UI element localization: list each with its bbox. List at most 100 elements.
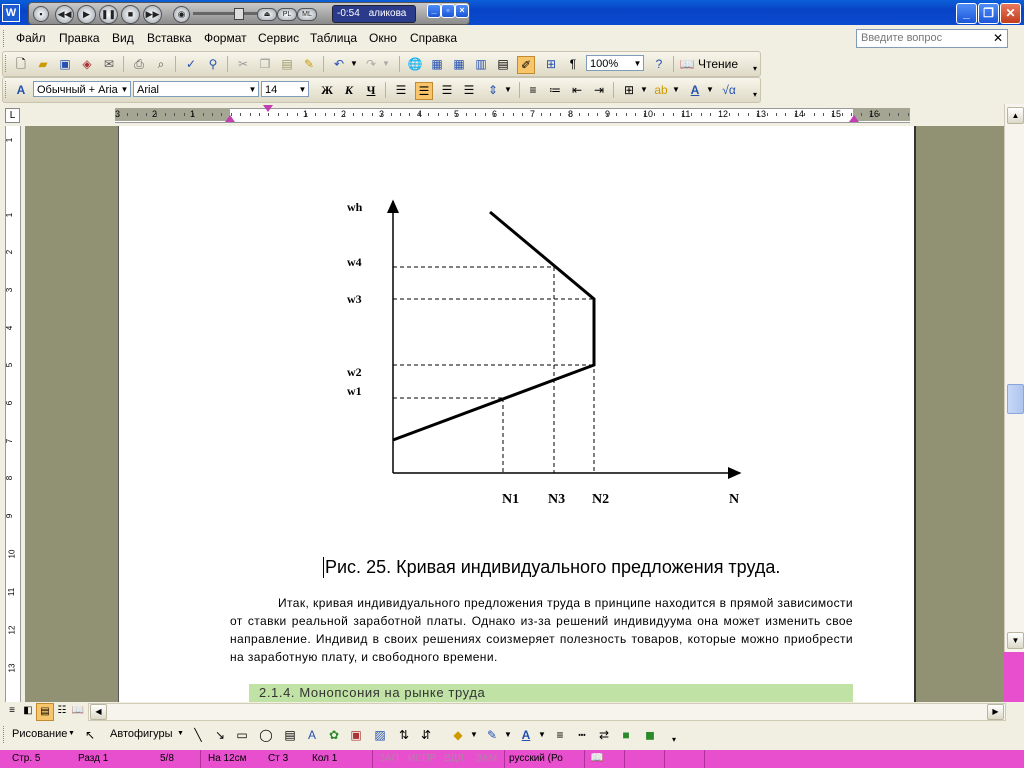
drawing-toolbar-options-icon[interactable]: ▾ <box>666 732 682 748</box>
oval-icon[interactable]: ◯ <box>258 727 274 743</box>
undo-icon[interactable]: ↶ <box>331 56 347 72</box>
menu-help[interactable]: Справка <box>410 31 457 45</box>
justify-icon[interactable]: ☰ <box>461 82 477 98</box>
horizontal-scrollbar[interactable]: ◀ ▶ <box>88 703 1006 721</box>
toolbar-options-icon[interactable]: ▾ <box>747 61 763 77</box>
save-icon[interactable]: ▣ <box>57 56 73 72</box>
style-combo[interactable]: Обычный + Aria ▼ <box>33 81 131 97</box>
zoom-dropdown-icon[interactable]: ▼ <box>632 56 643 70</box>
autoshapes-dropdown-icon[interactable]: ▼ <box>177 730 184 737</box>
font-size-combo[interactable]: 14 ▼ <box>261 81 309 97</box>
play-icon[interactable]: ▶ <box>77 5 96 24</box>
minimize-button[interactable]: _ <box>956 3 977 24</box>
print-preview-icon[interactable]: ⌕ <box>153 56 169 72</box>
playlist-button[interactable]: PL <box>277 8 297 21</box>
read-mode-label[interactable]: Чтение <box>698 57 738 71</box>
borders-dropdown-icon[interactable]: ▼ <box>636 82 652 98</box>
align-right-icon[interactable]: ☰ <box>439 82 455 98</box>
align-left-icon[interactable]: ☰ <box>393 82 409 98</box>
3d-style-icon[interactable]: ◼ <box>642 727 658 743</box>
highlight-dropdown-icon[interactable]: ▼ <box>668 82 684 98</box>
menu-window[interactable]: Окно <box>369 31 397 45</box>
menu-edit[interactable]: Правка <box>59 31 100 45</box>
tables-borders-icon[interactable]: ▦ <box>429 56 445 72</box>
open-icon[interactable]: ▰ <box>35 56 51 72</box>
diagram-icon[interactable]: ✿ <box>326 727 342 743</box>
pause-icon[interactable]: ❚❚ <box>99 5 118 24</box>
stop-icon[interactable]: ■ <box>121 5 140 24</box>
formatting-toolbar-options-icon[interactable]: ▾ <box>747 87 763 103</box>
right-indent-marker[interactable] <box>849 115 859 122</box>
arrow-icon[interactable]: ↘ <box>212 727 228 743</box>
menu-table[interactable]: Таблица <box>310 31 357 45</box>
draw-font-color-icon[interactable]: A <box>518 727 534 743</box>
copy-icon[interactable]: ❐ <box>257 56 273 72</box>
shadow-style-icon[interactable]: ■ <box>618 727 634 743</box>
drawing-menu-dropdown-icon[interactable]: ▼ <box>68 730 75 737</box>
close-help-icon[interactable]: ✕ <box>993 31 1003 45</box>
font-combo[interactable]: Arial ▼ <box>133 81 259 97</box>
decrease-indent-icon[interactable]: ⇤ <box>569 82 585 98</box>
web-view-icon[interactable]: ◧ <box>20 703 36 719</box>
standard-toolbar-grip[interactable] <box>5 55 9 72</box>
reading-view-icon[interactable]: 📖 <box>70 703 86 719</box>
menu-grip[interactable] <box>3 30 7 47</box>
menu-view[interactable]: Вид <box>112 31 134 45</box>
fill-color-dropdown-icon[interactable]: ▼ <box>466 727 482 743</box>
help-icon[interactable]: ? <box>651 56 667 72</box>
underline-icon[interactable]: Ч <box>363 82 379 98</box>
font-dropdown-icon[interactable]: ▼ <box>247 82 258 96</box>
read-mode-icon[interactable]: 📖 <box>679 56 695 72</box>
zoom-combo[interactable]: 100% ▼ <box>586 55 644 71</box>
font-color-icon[interactable]: A <box>687 82 703 98</box>
line-style-icon[interactable]: ≡ <box>552 727 568 743</box>
scroll-right-button[interactable]: ▶ <box>987 704 1004 720</box>
hyperlink-icon[interactable]: 🌐 <box>407 56 423 72</box>
font-color-dropdown-icon[interactable]: ▼ <box>702 82 718 98</box>
dash-style-icon[interactable]: ┅ <box>574 727 590 743</box>
scroll-up-button[interactable]: ▲ <box>1007 107 1024 124</box>
style-dropdown-icon[interactable]: ▼ <box>119 82 130 96</box>
line-spacing-dropdown-icon[interactable]: ▼ <box>500 82 516 98</box>
italic-icon[interactable]: К <box>341 82 357 98</box>
email-icon[interactable]: ✉ <box>101 56 117 72</box>
vertical-scrollbar[interactable]: ▲ ▼ ▲ ● ▼ <box>1004 104 1024 702</box>
rectangle-icon[interactable]: ▭ <box>234 727 250 743</box>
permission-icon[interactable]: ◈ <box>79 56 95 72</box>
media-restore-button[interactable]: ▫ <box>441 4 455 18</box>
picture-icon[interactable]: ▨ <box>372 727 388 743</box>
styles-pane-icon[interactable]: A <box>13 82 29 98</box>
line-color-dropdown-icon[interactable]: ▼ <box>500 727 516 743</box>
print-icon[interactable]: ⎙ <box>131 56 147 72</box>
fast-forward-icon[interactable]: ▶▶ <box>143 5 162 24</box>
status-extend[interactable]: ВДЛ <box>444 753 464 764</box>
insert-table-icon[interactable]: ▦ <box>451 56 467 72</box>
status-overtype[interactable]: ЗАМ <box>476 753 497 764</box>
show-formatting-icon[interactable]: ¶ <box>565 56 581 72</box>
format-painter-icon[interactable]: ✎ <box>301 56 317 72</box>
spelling-status-icon[interactable]: 📖 <box>590 752 606 765</box>
undo-dropdown-icon[interactable]: ▼ <box>346 56 362 72</box>
left-indent-marker[interactable] <box>225 115 235 122</box>
volume-icon[interactable]: ◉ <box>173 6 190 23</box>
scroll-left-button[interactable]: ◀ <box>90 704 107 720</box>
print-layout-icon[interactable]: ▤ <box>36 703 54 721</box>
bullets-icon[interactable]: ≔ <box>547 82 563 98</box>
status-track-changes[interactable]: ИСПР <box>408 753 436 764</box>
formatting-toolbar-grip[interactable] <box>5 81 9 98</box>
bold-icon[interactable]: Ж <box>319 82 335 98</box>
highlight-icon[interactable]: ab <box>653 82 669 98</box>
spelling-icon[interactable]: ✓ <box>183 56 199 72</box>
document-map-icon[interactable]: ⊞ <box>543 56 559 72</box>
numbering-icon[interactable]: ≡ <box>525 82 541 98</box>
increase-indent-icon[interactable]: ⇥ <box>591 82 607 98</box>
volume-slider-thumb[interactable] <box>234 8 244 20</box>
media-minimize-button[interactable]: _ <box>427 4 441 18</box>
clip-art-icon[interactable]: ▣ <box>348 727 364 743</box>
rewind-icon[interactable]: ◀◀ <box>55 5 74 24</box>
arrow-style-icon[interactable]: ⇄ <box>596 727 612 743</box>
insert-excel-icon[interactable]: ▥ <box>473 56 489 72</box>
columns-icon[interactable]: ▤ <box>495 56 511 72</box>
word-app-icon[interactable]: W <box>2 4 20 22</box>
fill-color-icon[interactable]: ◆ <box>450 727 466 743</box>
